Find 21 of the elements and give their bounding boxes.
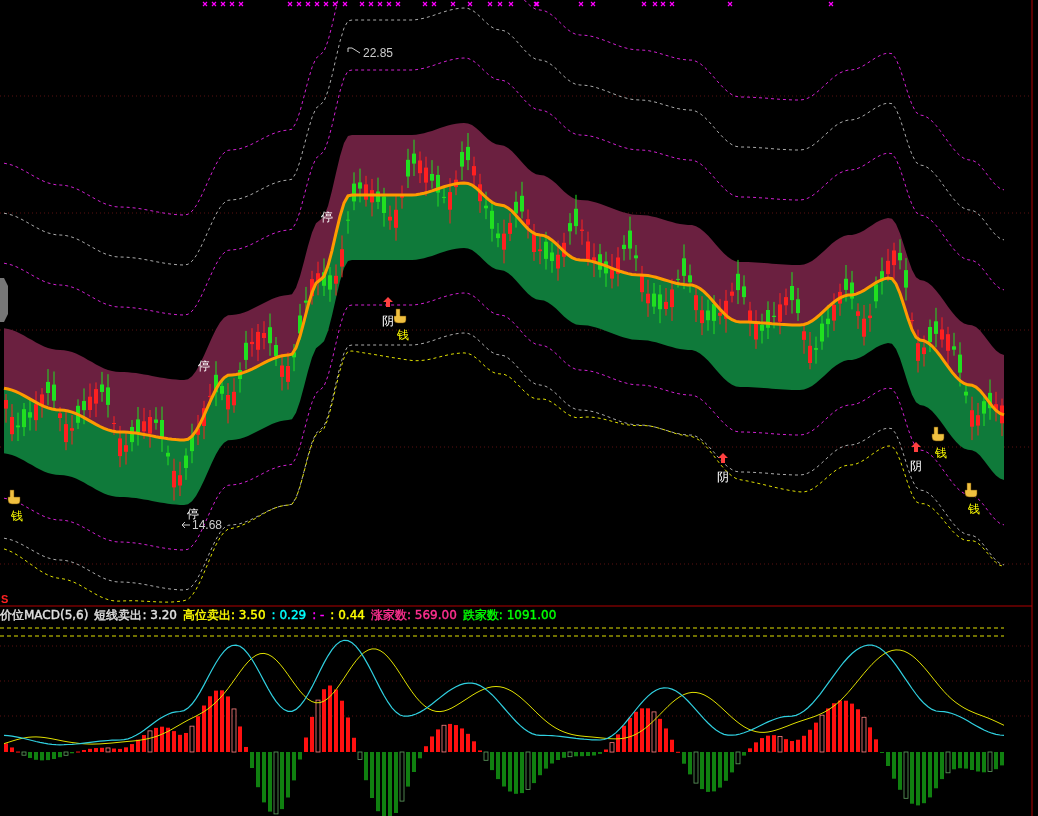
legend-item: 跌家数: 1091.00 bbox=[462, 607, 557, 623]
signal-label: 停 bbox=[321, 210, 333, 224]
legend-item: 高位卖出: 3.50 bbox=[183, 607, 266, 623]
sell-signal-label: S bbox=[1, 593, 9, 605]
signal-label: 钱 bbox=[968, 502, 980, 516]
legend-item: : 0.44 bbox=[330, 607, 365, 623]
signal-label: 阴 bbox=[717, 470, 729, 484]
high-price-label: 22.85 bbox=[363, 46, 394, 60]
signal-label: 停 bbox=[187, 507, 199, 521]
signal-label: 停 bbox=[198, 359, 210, 373]
legend-item: 价位MACD(5,6) bbox=[0, 607, 89, 623]
signal-label: 钱 bbox=[397, 328, 409, 342]
legend-item: : - bbox=[312, 607, 325, 623]
signal-label: 钱 bbox=[11, 509, 23, 523]
legend-item: 涨家数: 569.00 bbox=[370, 607, 457, 623]
signal-label: 钱 bbox=[935, 446, 947, 460]
legend-item: 短线卖出: 3.20 bbox=[94, 607, 177, 623]
low-price-label: 14.68 bbox=[192, 518, 223, 532]
signal-label: 阴 bbox=[382, 314, 394, 328]
signal-label: 阴 bbox=[910, 459, 922, 473]
legend-item: : 0.29 bbox=[271, 607, 307, 623]
